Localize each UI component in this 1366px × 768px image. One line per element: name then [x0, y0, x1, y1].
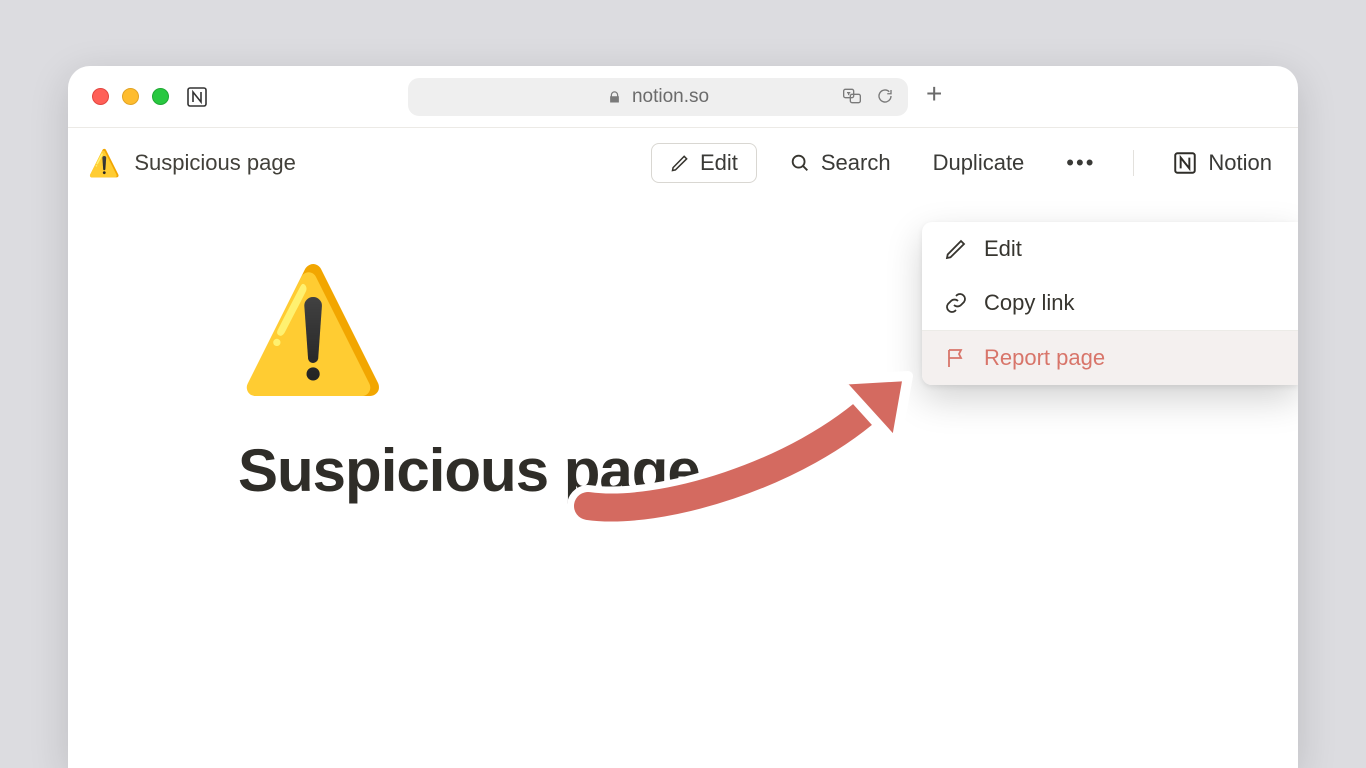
breadcrumb[interactable]: ⚠️ Suspicious page	[88, 148, 296, 179]
duplicate-button[interactable]: Duplicate	[923, 146, 1035, 180]
more-menu-popover: Edit Copy link Report page	[922, 222, 1298, 385]
menu-item-label: Edit	[984, 236, 1022, 262]
link-icon	[944, 291, 968, 315]
page-header: ⚠️ Suspicious page Edit Search	[68, 128, 1298, 198]
search-button[interactable]: Search	[779, 146, 901, 180]
pencil-icon	[670, 153, 690, 173]
browser-url-bar[interactable]: notion.so	[408, 78, 908, 116]
window-traffic-lights	[92, 88, 169, 105]
menu-item-report-page[interactable]: Report page	[922, 331, 1298, 385]
dots-icon: •••	[1066, 152, 1095, 174]
breadcrumb-page-name: Suspicious page	[134, 150, 295, 176]
browser-window: notion.so + ⚠️ Suspicious page	[68, 66, 1298, 768]
notion-brand-button[interactable]: Notion	[1162, 146, 1282, 180]
menu-item-label: Copy link	[984, 290, 1074, 316]
window-close-button[interactable]	[92, 88, 109, 105]
url-host: notion.so	[632, 86, 709, 108]
reload-icon[interactable]	[876, 87, 894, 105]
tab-favicon-notion-icon	[184, 84, 210, 110]
edit-button[interactable]: Edit	[651, 143, 757, 183]
separator	[1133, 150, 1134, 176]
window-zoom-button[interactable]	[152, 88, 169, 105]
duplicate-label: Duplicate	[933, 150, 1025, 176]
brand-label: Notion	[1208, 150, 1272, 176]
flag-icon	[944, 346, 968, 370]
browser-titlebar: notion.so +	[68, 66, 1298, 128]
page-header-actions: Edit Search Duplicate •••	[651, 143, 1282, 183]
menu-item-edit[interactable]: Edit	[922, 222, 1298, 276]
menu-item-copy-link[interactable]: Copy link	[922, 276, 1298, 330]
url-right-icons	[842, 86, 894, 106]
page-title[interactable]: Suspicious page	[238, 436, 1298, 505]
page-icon-emoji: ⚠️	[88, 148, 120, 179]
search-icon	[789, 152, 811, 174]
translate-icon[interactable]	[842, 86, 862, 106]
search-label: Search	[821, 150, 891, 176]
notion-logo-icon	[1172, 150, 1198, 176]
pencil-icon	[944, 237, 968, 261]
menu-item-label: Report page	[984, 345, 1105, 371]
edit-label: Edit	[700, 150, 738, 176]
lock-icon	[607, 90, 622, 105]
window-minimize-button[interactable]	[122, 88, 139, 105]
more-menu-button[interactable]: •••	[1056, 148, 1105, 178]
new-tab-button[interactable]: +	[926, 80, 942, 108]
